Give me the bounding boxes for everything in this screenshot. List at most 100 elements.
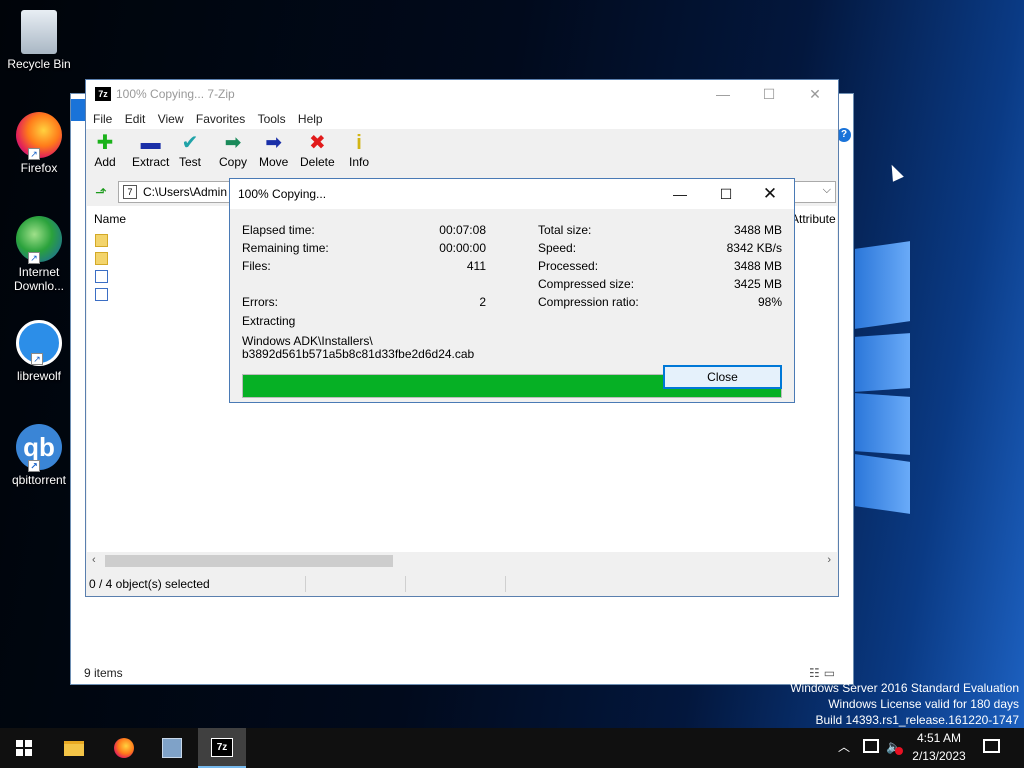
notifications-icon[interactable] — [983, 739, 1000, 753]
wallpaper-beam — [855, 333, 910, 392]
operation-status: Extracting — [242, 314, 296, 328]
qbittorrent-icon: qb ↗ — [16, 424, 62, 472]
chevron-down-icon[interactable]: ⌵ — [823, 184, 831, 197]
add-button[interactable]: ✚ Add — [94, 133, 116, 169]
status-divider — [505, 576, 506, 592]
wallpaper-beam — [855, 241, 910, 329]
desktop-icon-label: Recycle Bin — [7, 57, 71, 71]
move-button[interactable]: ➡ Move — [259, 133, 288, 169]
show-hidden-icons-chevron-icon[interactable]: ︿ — [838, 738, 850, 755]
desktop-icon-qbittorrent[interactable]: qb ↗ qbittorrent — [4, 424, 74, 487]
taskbar-file-explorer[interactable] — [50, 728, 98, 768]
progress-dialog[interactable]: 100% Copying... — ☐ ✕ Elapsed time: 00:0… — [229, 178, 795, 403]
shortcut-arrow-icon: ↗ — [31, 353, 43, 365]
window-title: 100% Copying... 7-Zip — [116, 87, 235, 101]
setup-app-icon — [162, 738, 182, 758]
menu-edit[interactable]: Edit — [125, 109, 146, 129]
menu-favorites[interactable]: Favorites — [196, 109, 245, 129]
taskbar-7zip[interactable]: 7z — [198, 728, 246, 768]
info-button[interactable]: i Info — [348, 133, 370, 169]
dialog-titlebar[interactable]: 100% Copying... — ☐ ✕ — [230, 179, 794, 209]
clock-date[interactable]: 2/13/2023 — [900, 749, 978, 763]
watermark-edition: Windows Server 2016 Standard Evaluation — [790, 681, 1019, 695]
remaining-time-label: Remaining time: — [242, 241, 329, 255]
horizontal-scrollbar[interactable]: ‹ › — [87, 552, 837, 570]
start-button[interactable] — [0, 728, 48, 768]
clock-time[interactable]: 4:51 AM — [900, 731, 978, 745]
maximize-button[interactable]: ☐ — [746, 80, 792, 109]
recycle-bin-icon — [21, 10, 57, 54]
speed-label: Speed: — [538, 241, 577, 255]
column-header-attributes[interactable]: Attribute — [791, 212, 836, 226]
windows-watermark: Windows Server 2016 Standard Evaluation … — [790, 680, 1019, 728]
scroll-left-icon[interactable]: ‹ — [92, 554, 96, 566]
file-icon[interactable] — [95, 270, 108, 283]
test-button[interactable]: ✔ Test — [179, 133, 201, 169]
elapsed-time-value: 00:07:08 — [439, 223, 486, 237]
dialog-minimize-button[interactable]: — — [658, 179, 702, 209]
dialog-close-x-button[interactable]: ✕ — [748, 179, 792, 209]
copy-button[interactable]: ➡ Copy — [219, 133, 247, 169]
selection-status: 0 / 4 object(s) selected — [89, 577, 210, 591]
processed-value: 3488 MB — [733, 259, 782, 273]
firefox-icon — [114, 738, 134, 758]
folder-icon[interactable] — [95, 252, 108, 265]
current-file-name: b3892d561b571a5b8c81d33fbe2d6d24.cab — [242, 347, 475, 361]
help-icon[interactable]: ? — [837, 128, 851, 142]
extract-button[interactable]: ▬ Extract — [132, 133, 169, 169]
view-mode-icons[interactable]: ☷▭ — [809, 666, 839, 680]
scrollbar-thumb[interactable] — [105, 555, 393, 567]
minus-icon: ▬ — [140, 132, 161, 154]
move-label: Move — [259, 155, 289, 169]
file-explorer-icon — [64, 741, 84, 756]
menu-help[interactable]: Help — [298, 109, 323, 129]
dialog-maximize-button[interactable]: ☐ — [704, 179, 748, 209]
desktop-icon-librewolf[interactable]: ↗ librewolf — [4, 320, 74, 383]
info-icon: i — [356, 132, 362, 154]
taskbar-firefox[interactable] — [100, 728, 148, 768]
checkmark-icon: ✔ — [181, 132, 199, 154]
menu-tools[interactable]: Tools — [258, 109, 286, 129]
minimize-button[interactable]: — — [700, 80, 746, 109]
7zip-titlebar[interactable]: 7z 100% Copying... 7-Zip — ☐ ✕ — [86, 80, 838, 109]
network-icon[interactable] — [863, 739, 879, 753]
shortcut-arrow-icon: ↗ — [28, 252, 40, 264]
compressed-size-label: Compressed size: — [538, 277, 635, 291]
folder-icon[interactable] — [95, 234, 108, 247]
taskbar: 7z ︿ 🔈 4:51 AM 2/13/2023 — [0, 728, 1024, 768]
remaining-time-value: 00:00:00 — [439, 241, 486, 255]
7zip-logo-icon: 7z — [95, 87, 111, 101]
compression-ratio-label: Compression ratio: — [538, 295, 639, 309]
toolbar: ✚ Add ▬ Extract ✔ Test ➡ Copy ➡ Move ✖ D… — [86, 129, 838, 179]
desktop-icon-internet-download-manager[interactable]: ↗ Internet Downlo... — [4, 216, 74, 293]
librewolf-icon: ↗ — [16, 320, 62, 366]
delete-x-icon: ✖ — [308, 132, 326, 154]
scroll-right-icon[interactable]: › — [827, 554, 831, 566]
file-icon[interactable] — [95, 288, 108, 301]
close-window-button[interactable]: ✕ — [792, 80, 838, 109]
add-label: Add — [94, 155, 116, 169]
column-header-name[interactable]: Name — [94, 212, 126, 226]
test-label: Test — [179, 155, 202, 169]
desktop-icon-firefox[interactable]: ↗ Firefox — [4, 112, 74, 175]
shortcut-arrow-icon: ↗ — [28, 148, 40, 160]
shortcut-arrow-icon: ↗ — [28, 460, 40, 472]
delete-button[interactable]: ✖ Delete — [300, 133, 335, 169]
current-file-path: Windows ADK\Installers\ — [242, 334, 373, 348]
menu-view[interactable]: View — [158, 109, 184, 129]
desktop-icon-recycle-bin[interactable]: Recycle Bin — [4, 8, 74, 71]
extract-label: Extract — [132, 155, 170, 169]
speed-value: 8342 KB/s — [726, 241, 782, 255]
menu-file[interactable]: File — [93, 109, 112, 129]
close-button[interactable]: Close — [663, 365, 782, 389]
desktop-icon-label: qbittorrent — [11, 473, 67, 487]
path-text: C:\Users\Admin — [143, 185, 228, 199]
total-size-label: Total size: — [538, 223, 592, 237]
processed-label: Processed: — [538, 259, 599, 273]
info-label: Info — [348, 155, 369, 169]
up-folder-button[interactable]: ⬏ — [92, 183, 110, 201]
total-size-value: 3488 MB — [733, 223, 782, 237]
taskbar-setup-app[interactable] — [148, 728, 196, 768]
delete-label: Delete — [300, 155, 335, 169]
archive-path-icon: 7 — [123, 185, 137, 199]
